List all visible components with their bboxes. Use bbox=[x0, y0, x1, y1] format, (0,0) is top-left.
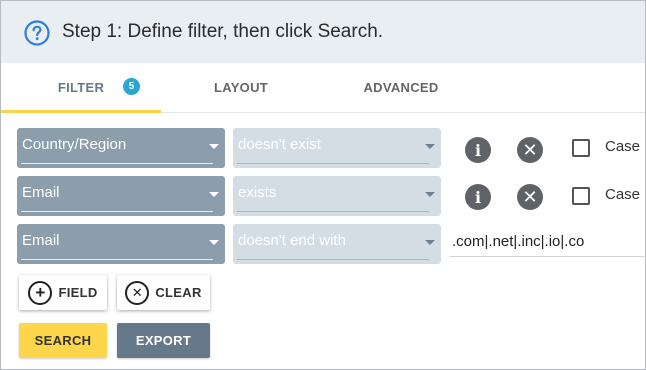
filter-operator-value: doesn't exist bbox=[238, 136, 321, 153]
chevron-down-icon bbox=[209, 192, 219, 197]
tab-bar: FILTER LAYOUT ADVANCED bbox=[1, 63, 645, 113]
clear-button[interactable]: ✕ CLEAR bbox=[117, 275, 210, 310]
filter-operator-value: exists bbox=[238, 184, 277, 201]
export-button[interactable]: EXPORT bbox=[117, 323, 210, 358]
filter-count-badge: 5 bbox=[123, 78, 140, 95]
filter-field-value: Email bbox=[22, 184, 60, 201]
close-circle-icon: ✕ bbox=[125, 280, 150, 305]
filter-value-input[interactable]: .com|.net|.inc|.io|.co bbox=[450, 229, 646, 257]
case-label: Case bbox=[605, 138, 641, 155]
filter-field-value: Country/Region bbox=[22, 136, 127, 153]
filter-operator-value: doesn't end with bbox=[238, 232, 346, 249]
filter-field-select[interactable]: Email bbox=[17, 176, 225, 216]
filter-field-value: Email bbox=[22, 232, 60, 249]
case-checkbox[interactable] bbox=[572, 139, 590, 157]
search-button[interactable]: SEARCH bbox=[19, 323, 107, 358]
help-circle-icon[interactable] bbox=[24, 20, 50, 46]
info-icon[interactable]: i bbox=[465, 137, 491, 163]
remove-filter-icon[interactable]: ✕ bbox=[517, 137, 543, 163]
filter-field-select[interactable]: Country/Region bbox=[17, 128, 225, 168]
filter-field-select[interactable]: Email bbox=[17, 224, 225, 264]
add-field-label: FIELD bbox=[58, 285, 98, 300]
filter-operator-select[interactable]: doesn't end with bbox=[233, 224, 441, 264]
case-label: Case bbox=[605, 186, 641, 203]
step-header: Step 1: Define filter, then click Search… bbox=[1, 1, 645, 63]
filter-operator-select[interactable]: exists bbox=[233, 176, 441, 216]
tab-layout-label: LAYOUT bbox=[213, 80, 269, 95]
plus-circle-icon: + bbox=[28, 280, 53, 305]
filter-operator-select[interactable]: doesn't exist bbox=[233, 128, 441, 168]
chevron-down-icon bbox=[425, 144, 435, 149]
chevron-down-icon bbox=[425, 240, 435, 245]
remove-filter-icon[interactable]: ✕ bbox=[517, 184, 543, 210]
tab-layout[interactable]: LAYOUT bbox=[181, 63, 301, 112]
chevron-down-icon bbox=[425, 192, 435, 197]
tab-advanced[interactable]: ADVANCED bbox=[331, 63, 471, 112]
page-title: Step 1: Define filter, then click Search… bbox=[62, 21, 384, 42]
chevron-down-icon bbox=[209, 240, 219, 245]
tab-filter-label: FILTER bbox=[57, 80, 105, 95]
clear-label: CLEAR bbox=[155, 285, 202, 300]
info-icon[interactable]: i bbox=[465, 184, 491, 210]
active-tab-indicator bbox=[1, 110, 161, 113]
tab-advanced-label: ADVANCED bbox=[363, 80, 439, 95]
add-field-button[interactable]: + FIELD bbox=[19, 275, 107, 310]
chevron-down-icon bbox=[209, 144, 219, 149]
case-checkbox[interactable] bbox=[572, 187, 590, 205]
